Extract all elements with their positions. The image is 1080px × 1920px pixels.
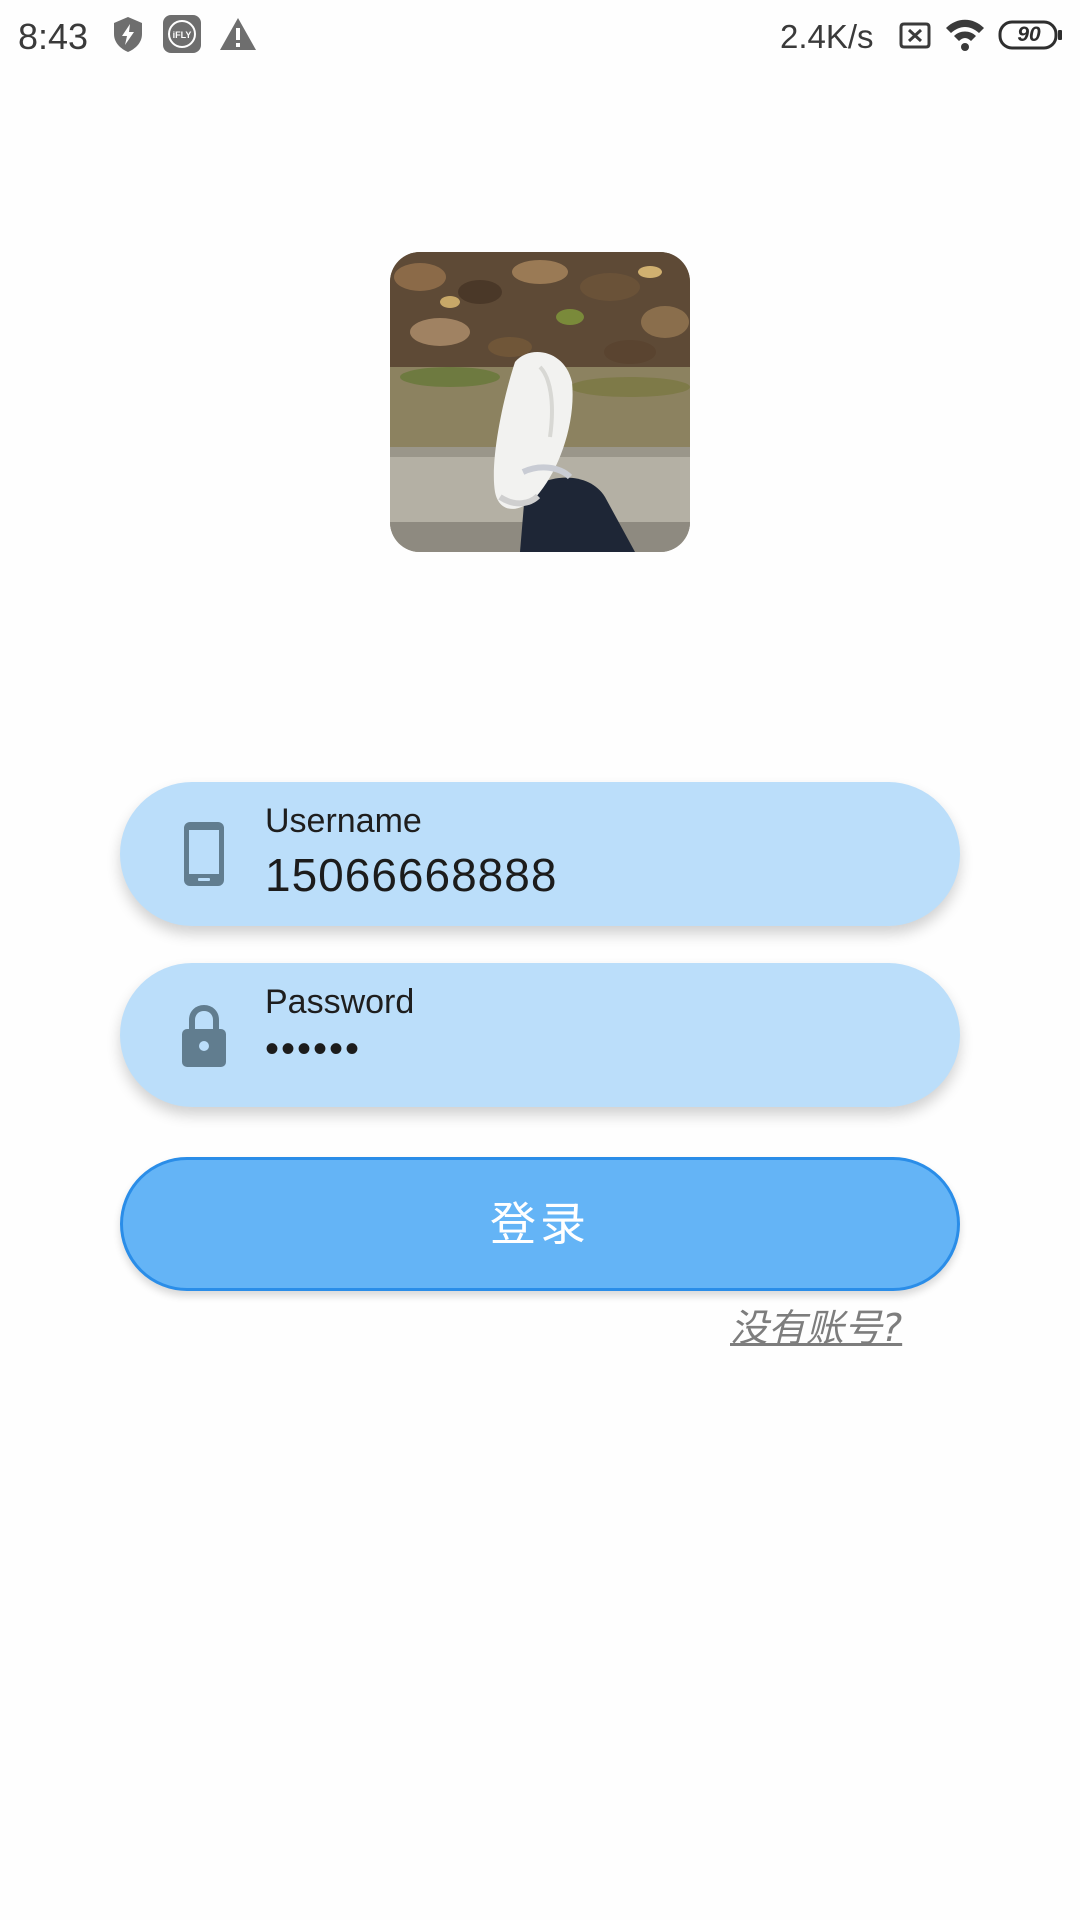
status-bar: 8:43 iFLY 2.4K/s 90	[0, 0, 1080, 72]
shield-bolt-icon	[108, 14, 148, 54]
app-logo-photo	[390, 252, 690, 552]
network-speed: 2.4K/s	[780, 18, 874, 55]
username-input[interactable]: 15066668888	[265, 848, 557, 902]
password-input[interactable]: ••••••	[265, 1027, 361, 1072]
ifly-icon: iFLY	[162, 14, 202, 54]
battery-level: 90	[1017, 23, 1041, 46]
login-button[interactable]: 登录	[120, 1157, 960, 1291]
register-link[interactable]: 没有账号?	[730, 1297, 902, 1352]
battery-icon: 90	[998, 20, 1064, 50]
wifi-icon	[943, 14, 987, 54]
username-field[interactable]: Username 15066668888	[120, 782, 960, 926]
no-sim-icon	[895, 14, 935, 54]
status-time: 8:43	[18, 16, 89, 57]
password-field[interactable]: Password ••••••	[120, 963, 960, 1107]
phone-icon	[168, 818, 240, 890]
lock-icon	[168, 999, 240, 1071]
warning-icon	[218, 14, 258, 54]
svg-text:iFLY: iFLY	[173, 30, 192, 40]
username-label: Username	[265, 802, 422, 840]
password-label: Password	[265, 983, 415, 1021]
login-button-label: 登录	[490, 1197, 590, 1251]
